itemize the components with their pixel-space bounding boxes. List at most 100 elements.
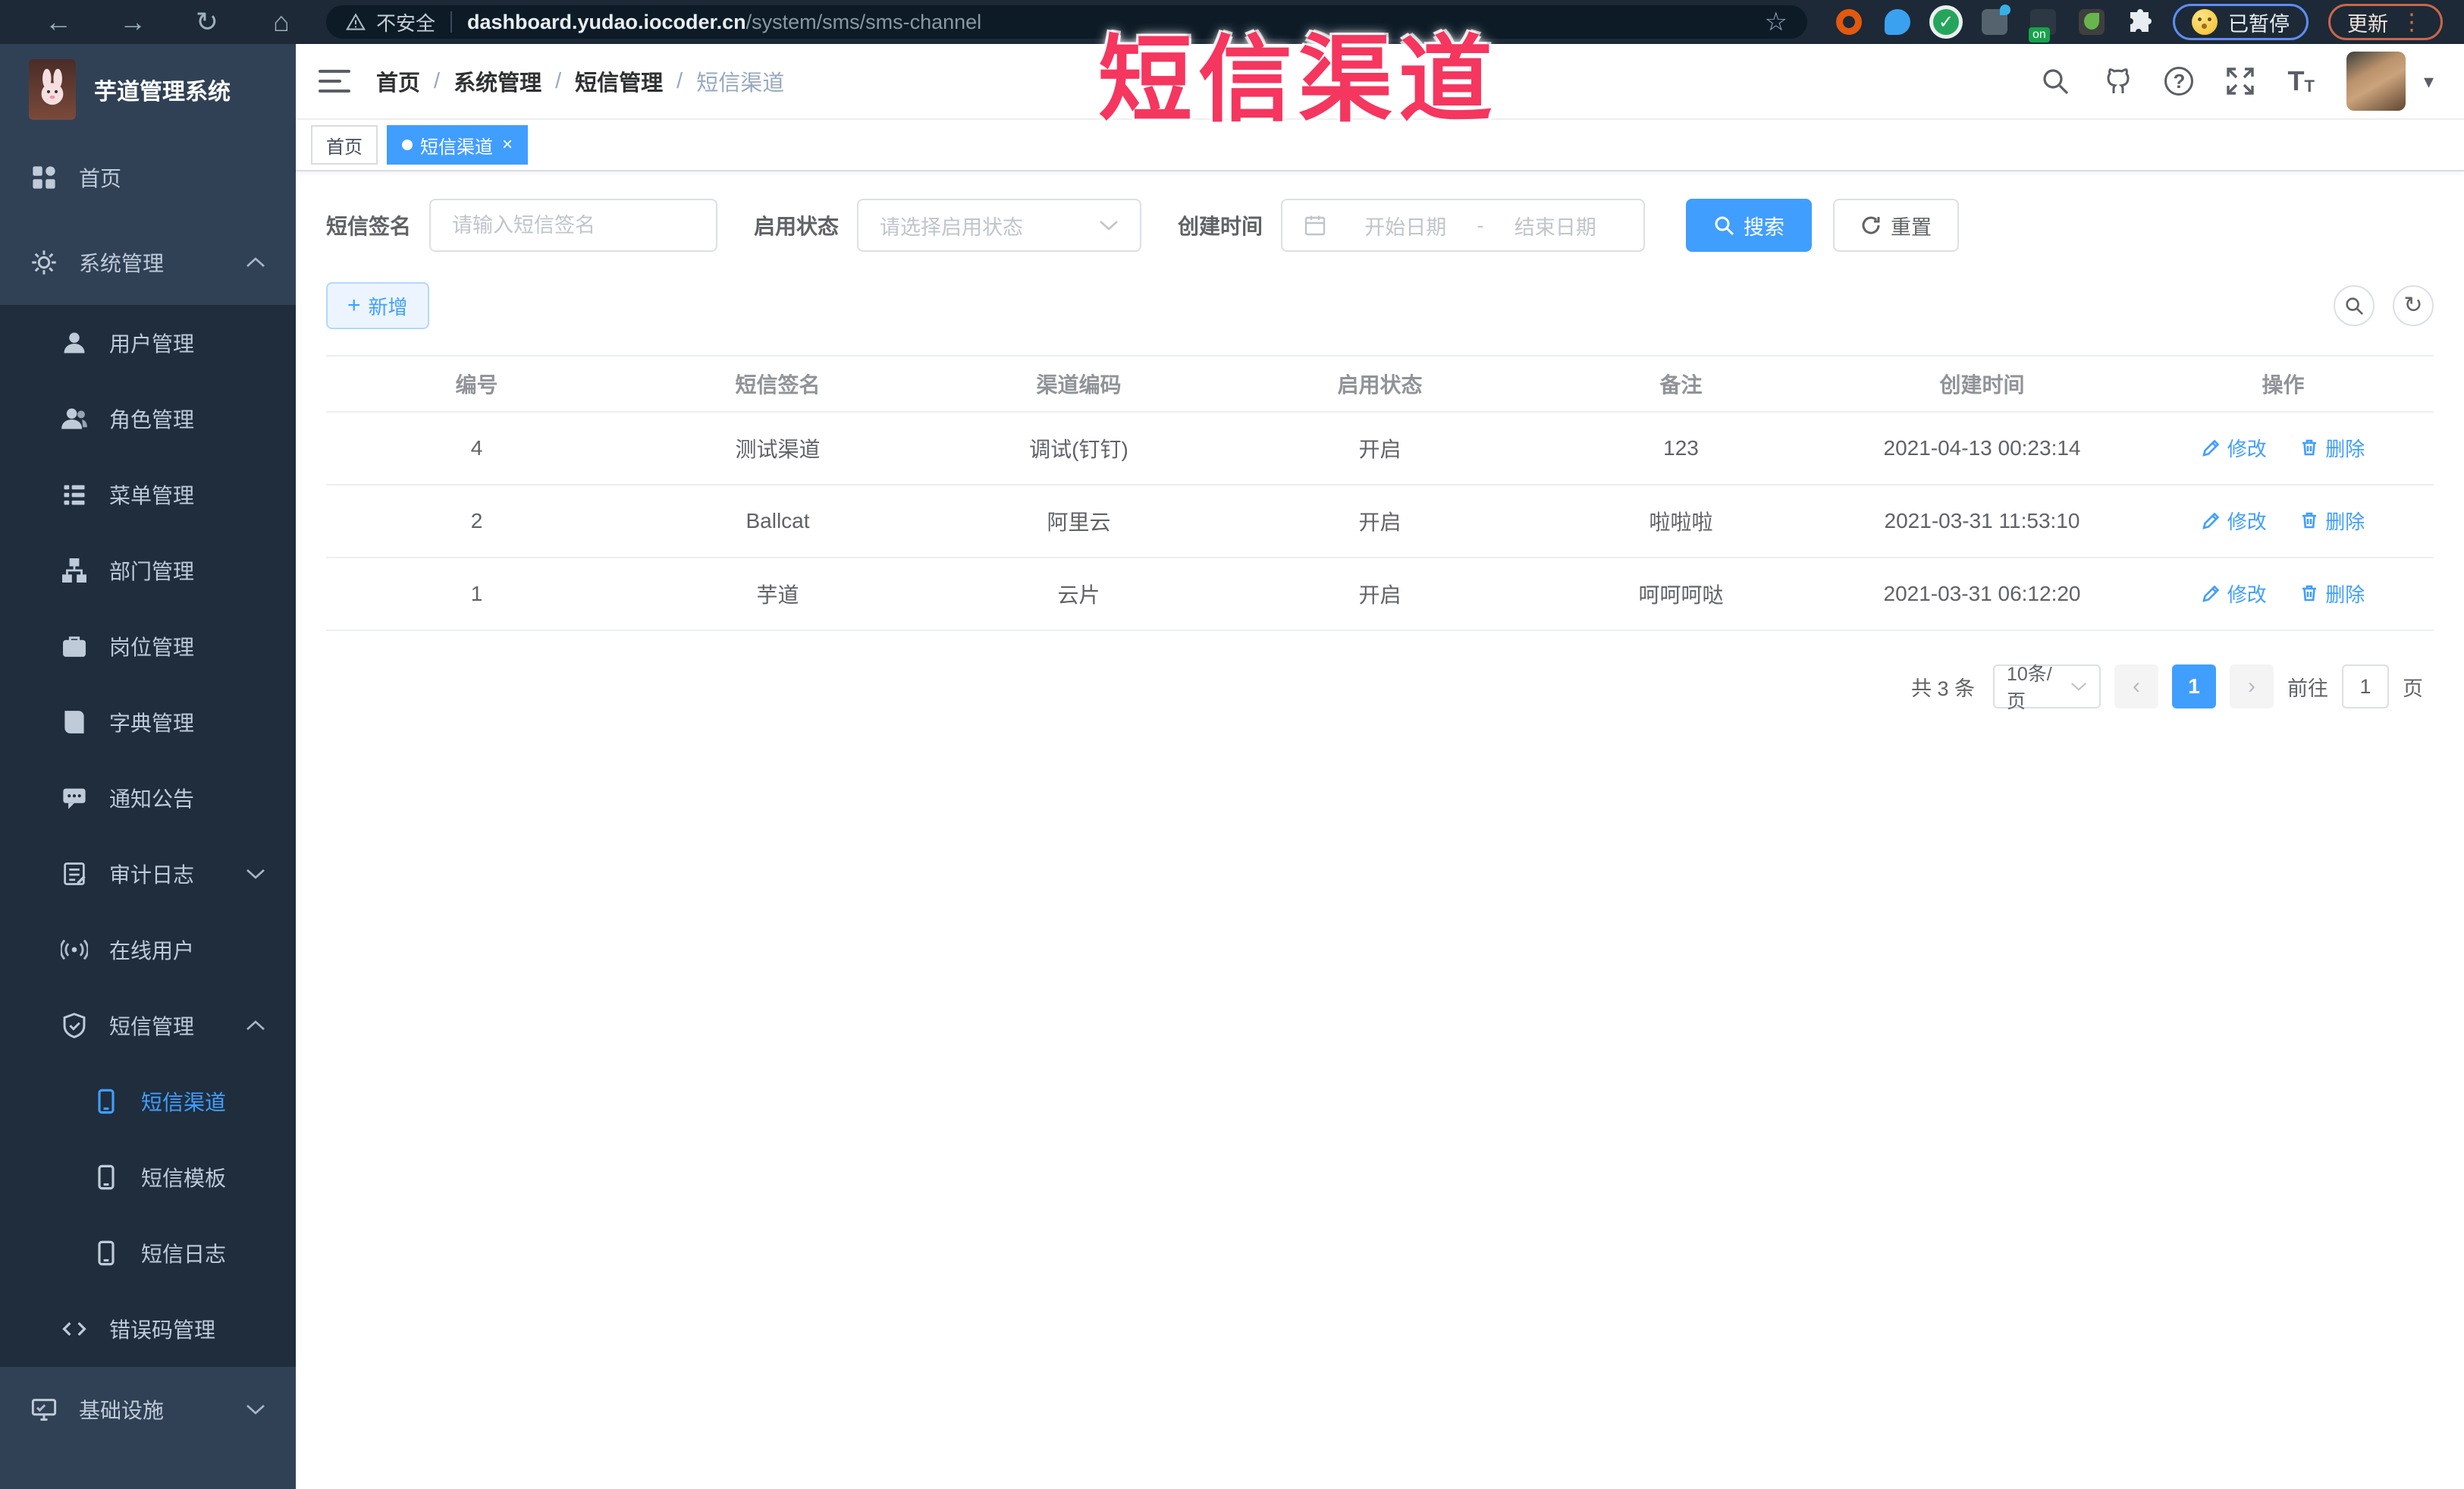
emoji-avatar-icon (2192, 9, 2218, 35)
extension-check-icon[interactable]: ✓ (1933, 9, 1959, 35)
bookmark-star-icon[interactable]: ☆ (1765, 7, 1788, 37)
security-label[interactable]: 不安全 (376, 8, 435, 36)
goto-page-input[interactable] (2342, 664, 2389, 708)
cell-created: 2021-03-31 06:12:20 (1832, 558, 2133, 631)
sidebar: 芋道管理系统 首页 系统管理 用户管理 角色管理 菜单管理 部门管理 岗位管理 … (0, 44, 296, 1489)
browser-forward-icon[interactable]: → (106, 5, 159, 39)
sidebar-item-roles[interactable]: 角色管理 (0, 381, 296, 457)
edit-link[interactable]: 修改 (2202, 507, 2267, 535)
breadcrumb-home[interactable]: 首页 (376, 65, 420, 97)
sidebar-logo[interactable]: 芋道管理系统 (0, 44, 296, 135)
add-button[interactable]: + 新增 (326, 282, 429, 329)
tab-home[interactable]: 首页 (311, 125, 378, 165)
app-title: 芋道管理系统 (94, 80, 231, 105)
sign-input[interactable] (452, 213, 695, 237)
sidebar-filler (0, 1452, 296, 1489)
header-search-icon[interactable] (2040, 66, 2070, 96)
profile-paused-chip[interactable]: 已暂停 (2173, 4, 2309, 40)
sidebar-item-label: 首页 (79, 167, 122, 190)
sidebar-item-posts[interactable]: 岗位管理 (0, 608, 296, 684)
toggle-search-button[interactable] (2334, 285, 2375, 326)
user-icon (64, 332, 85, 353)
fullscreen-icon[interactable] (2225, 66, 2255, 96)
browser-home-icon[interactable]: ⌂ (255, 5, 308, 39)
refresh-table-button[interactable]: ↻ (2393, 285, 2434, 326)
address-bar[interactable]: 不安全 dashboard.yudao.iocoder.cn /system/s… (326, 5, 1807, 39)
sidebar-item-error-code[interactable]: 错误码管理 (0, 1291, 296, 1367)
sidebar-item-audit-log[interactable]: 审计日志 (0, 836, 296, 912)
cell-sign: 测试渠道 (627, 412, 928, 485)
date-range-picker[interactable]: 开始日期 - 结束日期 (1281, 199, 1646, 252)
sidebar-item-sms-template[interactable]: 短信模板 (0, 1139, 296, 1215)
sidebar-item-sms-management[interactable]: 短信管理 (0, 988, 296, 1063)
extension-pin-icon[interactable] (1885, 9, 1910, 35)
next-page-button[interactable]: › (2230, 664, 2274, 708)
extensions-puzzle-icon[interactable] (2127, 9, 2153, 35)
breadcrumb-sms[interactable]: 短信管理 (575, 65, 663, 97)
help-icon[interactable]: ? (2164, 67, 2194, 96)
sidebar-item-label: 短信日志 (141, 1242, 227, 1266)
table-tools: ↻ (2334, 285, 2434, 326)
sidebar-item-online-users[interactable]: 在线用户 (0, 912, 296, 988)
paused-label: 已暂停 (2228, 12, 2290, 36)
edit-link[interactable]: 修改 (2202, 580, 2267, 608)
extension-orange-icon[interactable] (1836, 9, 1862, 35)
status-select[interactable]: 请选择启用状态 (857, 199, 1142, 252)
navbar-tools: ? TT ▾ (2040, 52, 2434, 111)
page-size-select[interactable]: 10条/页 (1993, 664, 2101, 712)
tab-sms-channel[interactable]: 短信渠道 × (387, 125, 529, 165)
search-button[interactable]: 搜索 (1686, 199, 1813, 252)
sidebar-item-menus[interactable]: 菜单管理 (0, 457, 296, 532)
tab-close-icon[interactable]: × (502, 134, 513, 155)
collapse-sidebar-icon[interactable] (319, 68, 350, 95)
prev-page-button[interactable]: ‹ (2114, 664, 2158, 708)
trash-icon (2302, 585, 2317, 602)
font-size-icon[interactable]: TT (2287, 68, 2314, 95)
browser-toolbar: ← → ↻ ⌂ 不安全 dashboard.yudao.iocoder.cn /… (0, 0, 2464, 44)
delete-link[interactable]: 删除 (2299, 507, 2365, 535)
browser-update-chip[interactable]: 更新 ⋮ (2328, 4, 2443, 40)
logo-rabbit-image (29, 59, 76, 120)
sidebar-item-sms-log[interactable]: 短信日志 (0, 1215, 296, 1291)
sidebar-item-system[interactable]: 系统管理 (0, 220, 296, 305)
cell-remark: 123 (1530, 412, 1832, 485)
sidebar-item-infrastructure[interactable]: 基础设施 (0, 1367, 296, 1452)
delete-link[interactable]: 删除 (2299, 434, 2365, 462)
github-icon[interactable] (2102, 66, 2133, 96)
sms-shield-icon (63, 1013, 86, 1038)
extension-gray-icon[interactable] (1982, 5, 2010, 35)
avatar[interactable] (2346, 52, 2406, 111)
range-separator: - (1477, 213, 1484, 237)
url-path[interactable]: /system/sms/sms-channel (746, 11, 982, 34)
col-remark: 备注 (1530, 355, 1832, 413)
chevron-down-icon (246, 1405, 265, 1415)
extension-proxy-icon[interactable]: on (2029, 9, 2056, 42)
end-date-placeholder[interactable]: 结束日期 (1489, 211, 1623, 240)
add-button-label: 新增 (368, 295, 408, 319)
sidebar-item-sms-channel[interactable]: 短信渠道 (0, 1063, 296, 1139)
sidebar-item-label: 菜单管理 (109, 484, 195, 507)
browser-menu-kebab-icon[interactable]: ⋮ (2400, 9, 2424, 36)
cell-id: 1 (326, 558, 627, 631)
sidebar-item-depts[interactable]: 部门管理 (0, 532, 296, 608)
breadcrumb-system[interactable]: 系统管理 (454, 65, 541, 97)
current-page[interactable]: 1 (2172, 664, 2216, 708)
sidebar-item-home[interactable]: 首页 (0, 135, 296, 220)
browser-back-icon[interactable]: ← (32, 5, 85, 39)
sidebar-item-dict[interactable]: 字典管理 (0, 684, 296, 760)
sidebar-item-label: 审计日志 (109, 863, 195, 887)
time-label: 创建时间 (1178, 215, 1263, 238)
delete-link[interactable]: 删除 (2299, 580, 2365, 608)
extension-sprout-icon[interactable] (2079, 9, 2105, 35)
reset-button[interactable]: 重置 (1833, 199, 1960, 252)
avatar-caret-icon[interactable]: ▾ (2424, 70, 2434, 93)
edit-link[interactable]: 修改 (2202, 434, 2267, 462)
url-host[interactable]: dashboard.yudao.iocoder.cn (467, 11, 746, 34)
breadcrumb-separator: / (676, 68, 683, 93)
sidebar-item-users[interactable]: 用户管理 (0, 305, 296, 381)
navbar: 首页 / 系统管理 / 短信管理 / 短信渠道 ? TT ▾ (296, 44, 2464, 120)
sidebar-item-label: 在线用户 (109, 939, 195, 963)
start-date-placeholder[interactable]: 开始日期 (1339, 211, 1473, 240)
sidebar-item-notice[interactable]: 通知公告 (0, 760, 296, 836)
browser-reload-icon[interactable]: ↻ (180, 5, 234, 39)
